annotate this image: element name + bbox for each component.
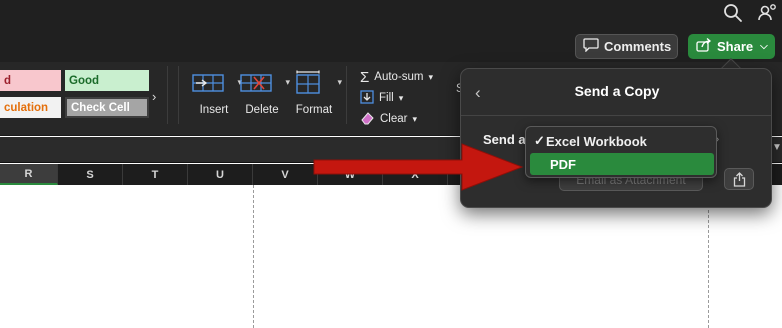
column-header[interactable]: U: [188, 164, 253, 185]
autosum-label: Auto-sum: [374, 71, 424, 83]
chevron-right-icon[interactable]: ›: [152, 89, 166, 107]
page-break-line: [253, 185, 254, 328]
chevron-down-icon[interactable]: ▼: [772, 142, 782, 153]
insert-cells-icon: [192, 72, 226, 99]
account-icon[interactable]: [756, 2, 778, 24]
chevron-down-icon: ⌵: [760, 41, 768, 52]
column-header[interactable]: T: [123, 164, 188, 185]
column-header[interactable]: V: [253, 164, 318, 185]
format-label: Format: [295, 104, 333, 116]
column-header[interactable]: S: [58, 164, 123, 185]
chevron-down-icon[interactable]: ▾: [337, 77, 342, 88]
chevron-down-icon: ▾: [398, 92, 404, 103]
share-sheet-button[interactable]: [724, 168, 754, 190]
style-bad[interactable]: d: [0, 70, 61, 91]
ribbon-divider: [178, 66, 179, 124]
title-bar: Comments Share ⌵: [0, 0, 782, 62]
chevron-down-icon: ▾: [428, 71, 434, 82]
style-check-cell[interactable]: Check Cell: [65, 97, 149, 118]
option-label: Excel Workbook: [546, 133, 647, 149]
style-calculation[interactable]: culation: [0, 97, 61, 118]
share-label: Share: [717, 39, 754, 54]
ribbon-divider: [346, 66, 347, 124]
comments-label: Comments: [604, 39, 672, 54]
divider: [461, 115, 771, 116]
comments-button[interactable]: Comments: [575, 34, 678, 59]
format-button[interactable]: ▾ Format: [286, 68, 342, 124]
delete-cells-icon: [240, 72, 274, 99]
popover-title: Send a Copy: [574, 83, 660, 99]
autosum-button[interactable]: Σ Auto-sum ▾: [360, 68, 433, 86]
delete-button[interactable]: ▾ Delete: [234, 68, 290, 124]
format-cells-icon: [294, 70, 324, 101]
comment-icon: [583, 38, 599, 55]
file-format-dropdown[interactable]: ✓ Excel Workbook PDF: [525, 126, 717, 178]
fill-label: Fill: [379, 92, 394, 104]
style-good[interactable]: Good: [65, 70, 149, 91]
share-icon: [696, 38, 712, 55]
delete-label: Delete: [245, 104, 279, 116]
checkmark-icon: ✓: [534, 133, 545, 148]
option-excel-workbook[interactable]: ✓ Excel Workbook: [530, 130, 714, 152]
eraser-icon: [360, 111, 375, 128]
excel-window: Comments Share ⌵ d Good culation Check C…: [0, 0, 782, 328]
share-button[interactable]: Share ⌵: [688, 34, 775, 59]
option-label: PDF: [550, 156, 576, 172]
red-arrow-annotation: [313, 143, 524, 191]
column-header[interactable]: R: [0, 164, 58, 185]
sigma-icon: Σ: [360, 68, 370, 86]
search-icon[interactable]: [722, 2, 744, 24]
clear-label: Clear: [380, 113, 408, 125]
clear-button[interactable]: Clear ▾: [360, 110, 417, 128]
share-sheet-icon: [733, 172, 746, 192]
option-pdf[interactable]: PDF: [530, 153, 714, 175]
chevron-down-icon: ▾: [412, 113, 418, 124]
fill-down-icon: [360, 89, 374, 107]
fill-button[interactable]: Fill ▾: [360, 89, 403, 107]
